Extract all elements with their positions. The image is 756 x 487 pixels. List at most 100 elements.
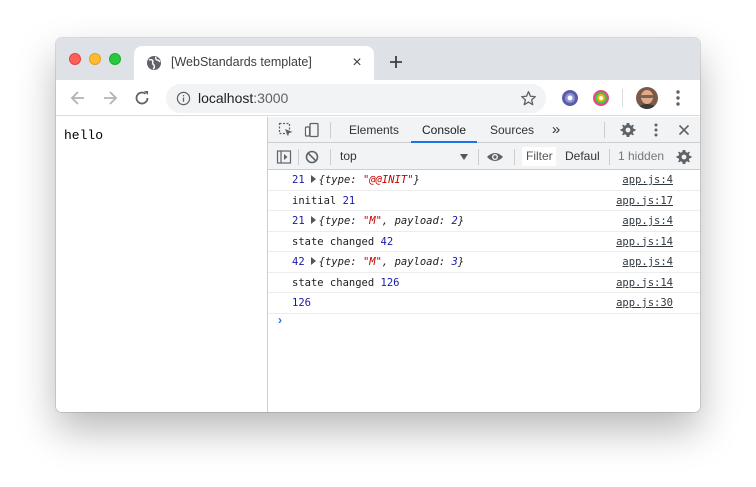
live-expression-eye-icon[interactable] <box>486 149 504 165</box>
clear-console-icon[interactable] <box>304 149 320 165</box>
logged-number: 21 <box>292 215 305 227</box>
devtools-tabbar: Elements Console Sources » <box>268 117 700 143</box>
console-message-text: state changed 42 <box>292 232 393 252</box>
logged-number: 42 <box>292 256 305 268</box>
browser-window: [WebStandards template] × localhost:3000 <box>56 38 700 412</box>
console-divider <box>298 149 299 165</box>
logged-number: 21 <box>292 174 305 186</box>
console-message-text: 126 <box>292 293 311 313</box>
console-message: state changed 42 app.js:14 <box>268 232 700 252</box>
close-tab-icon[interactable]: × <box>348 54 366 72</box>
close-window-button[interactable] <box>69 53 81 65</box>
tab-strip: [WebStandards template] × <box>56 38 700 80</box>
url-text: localhost:3000 <box>198 90 288 106</box>
object-key: payload <box>394 215 439 227</box>
object-key: payload <box>394 256 439 268</box>
object-value: "M" <box>362 256 382 268</box>
new-tab-icon[interactable] <box>386 52 406 72</box>
console-divider <box>478 149 479 165</box>
object-preview[interactable]: {type: "@@INIT"} <box>319 174 420 186</box>
tab-console[interactable]: Console <box>411 117 477 143</box>
expand-triangle-icon[interactable] <box>310 216 316 224</box>
tab-elements[interactable]: Elements <box>340 117 408 143</box>
console-prompt-chevron-icon[interactable]: › <box>278 313 282 327</box>
forward-arrow-icon[interactable] <box>100 88 120 108</box>
source-link[interactable]: app.js:14 <box>616 232 673 252</box>
globe-icon <box>147 56 161 70</box>
source-link[interactable]: app.js:4 <box>622 211 673 231</box>
toolbar-divider <box>622 89 623 107</box>
message-label: initial <box>292 194 337 207</box>
info-icon[interactable] <box>176 91 191 106</box>
object-preview[interactable]: {type: "M", payload: 2} <box>319 215 464 227</box>
expand-triangle-icon[interactable] <box>310 257 316 265</box>
console-message: initial 21 app.js:17 <box>268 191 700 211</box>
tab-active[interactable]: [WebStandards template] × <box>134 46 374 80</box>
devtools-divider <box>604 122 605 138</box>
console-message: 21 {type: "@@INIT"} app.js:4 <box>268 170 700 191</box>
object-key: type <box>324 215 351 227</box>
source-link[interactable]: app.js:4 <box>622 170 673 190</box>
inspect-element-icon[interactable] <box>278 122 294 138</box>
console-divider <box>609 149 610 165</box>
tab-sources[interactable]: Sources <box>480 117 544 143</box>
browser-toolbar: localhost:3000 <box>56 80 700 116</box>
settings-gear-icon[interactable] <box>620 122 636 138</box>
console-settings-gear-icon[interactable] <box>676 149 692 165</box>
source-link[interactable]: app.js:14 <box>616 273 673 293</box>
minimize-window-button[interactable] <box>89 53 101 65</box>
avatar-photo <box>636 87 658 109</box>
console-message: state changed 126 app.js:14 <box>268 273 700 293</box>
console-message-text: initial 21 <box>292 191 355 211</box>
logged-number: 42 <box>380 235 394 248</box>
show-sidebar-icon[interactable] <box>276 149 292 165</box>
hidden-messages-count: 1 hidden <box>618 149 665 163</box>
console-message-text: state changed 126 <box>292 273 399 293</box>
source-link[interactable]: app.js:4 <box>622 252 673 272</box>
page-viewport: hello <box>56 117 267 412</box>
bookmark-star-icon[interactable] <box>520 90 537 107</box>
object-preview[interactable]: {type: "M", payload: 3} <box>319 256 464 268</box>
console-divider <box>330 149 331 165</box>
object-value: "M" <box>362 215 382 227</box>
back-arrow-icon[interactable] <box>68 88 88 108</box>
console-message-text: 21 {type: "M", payload: 2} <box>292 211 464 231</box>
devtools-divider <box>330 122 331 138</box>
extension-color-icon[interactable] <box>592 89 610 107</box>
source-link[interactable]: app.js:17 <box>616 191 673 211</box>
page-body-text: hello <box>64 128 104 143</box>
device-toolbar-icon[interactable] <box>304 122 320 138</box>
close-devtools-icon[interactable] <box>676 122 692 138</box>
source-link[interactable]: app.js:30 <box>616 293 673 313</box>
reload-icon[interactable] <box>132 88 152 108</box>
object-key: type <box>324 174 351 186</box>
console-message: 126 app.js:30 <box>268 293 700 314</box>
object-value: "@@INIT" <box>362 174 414 186</box>
object-value: 3 <box>451 256 458 268</box>
message-label: state changed <box>292 235 375 248</box>
expand-triangle-icon[interactable] <box>310 175 316 183</box>
log-levels-select[interactable]: Defaul <box>565 149 600 163</box>
console-filter-input[interactable]: Filter <box>522 147 556 166</box>
profile-avatar[interactable] <box>636 87 658 109</box>
devtools-menu-icon[interactable] <box>648 122 664 138</box>
execution-context-select[interactable]: top <box>340 149 357 163</box>
logged-number: 126 <box>380 276 400 289</box>
console-toolbar: top Filter Defaul 1 hidden <box>268 143 700 170</box>
object-key: type <box>324 256 351 268</box>
object-value: 2 <box>451 215 458 227</box>
chevron-down-icon[interactable] <box>460 154 468 160</box>
console-message-text: 42 {type: "M", payload: 3} <box>292 252 464 272</box>
console-message-text: 21 {type: "@@INIT"} <box>292 170 420 190</box>
logged-number: 126 <box>292 297 311 309</box>
console-message: 21 {type: "M", payload: 2} app.js:4 <box>268 211 700 232</box>
zoom-window-button[interactable] <box>109 53 121 65</box>
url-host: localhost <box>198 90 254 106</box>
extension-ws-icon[interactable] <box>561 89 579 107</box>
browser-menu-icon[interactable] <box>672 89 684 107</box>
address-bar[interactable]: localhost:3000 <box>166 84 546 113</box>
message-label: state changed <box>292 276 375 289</box>
console-message: 42 {type: "M", payload: 3} app.js:4 <box>268 252 700 273</box>
tab-title: [WebStandards template] <box>171 55 312 69</box>
more-tabs-button[interactable]: » <box>548 117 564 143</box>
